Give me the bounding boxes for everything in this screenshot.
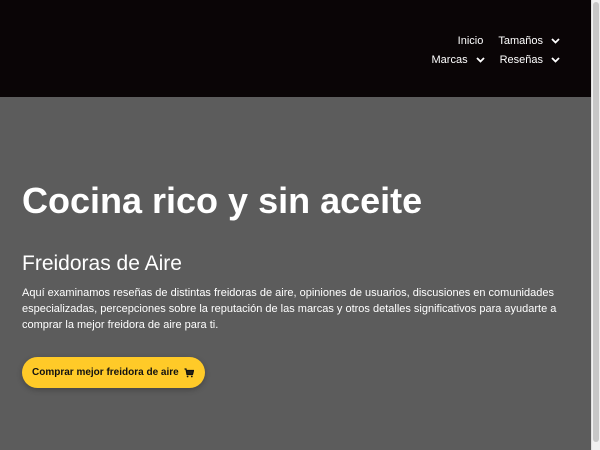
nav-item-marcas[interactable]: Marcas [432,54,485,66]
nav-item-tamanos[interactable]: Tamaños [498,35,560,47]
hero-subtitle: Freidoras de Aire [22,252,182,275]
nav-row-1: Inicio Tamaños [417,31,560,50]
main-nav: Inicio Tamaños Marcas Reseñas [417,31,560,69]
scrollbar-thumb[interactable] [593,2,599,442]
nav-label-tamanos: Tamaños [498,34,543,47]
buy-best-air-fryer-button[interactable]: Comprar mejor freidora de aire [22,357,205,388]
chevron-down-icon [475,55,485,64]
hero-section: Cocina rico y sin aceite Freidoras de Ai… [0,97,591,450]
nav-item-inicio[interactable]: Inicio [458,35,484,47]
hero-description: Aquí examinamos reseñas de distintas fre… [22,287,557,331]
chevron-down-icon [551,55,560,64]
site-header: Inicio Tamaños Marcas Reseñas [0,0,591,97]
page-scrollbar[interactable] [591,0,600,450]
chevron-down-icon [551,36,560,45]
nav-label-resenas: Reseñas [499,53,543,66]
shopping-cart-icon [184,367,194,378]
nav-item-resenas[interactable]: Reseñas [500,54,560,66]
nav-label-marcas: Marcas [431,53,468,66]
nav-row-2: Marcas Reseñas [417,50,560,69]
nav-label-inicio: Inicio [457,34,484,47]
hero-title: Cocina rico y sin aceite [22,180,423,221]
cta-label: Comprar mejor freidora de aire [32,367,179,378]
